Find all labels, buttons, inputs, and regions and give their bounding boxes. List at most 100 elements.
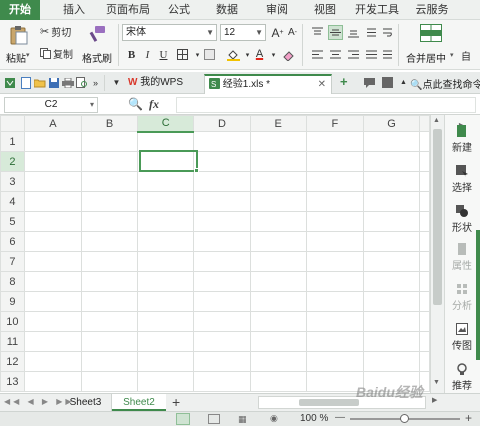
scroll-down-icon[interactable]: ▼ [433, 379, 440, 386]
row-header-selected[interactable]: 2 [0, 151, 25, 172]
grid-cell[interactable] [80, 231, 139, 252]
justify-icon[interactable] [364, 47, 379, 62]
merge-center-button[interactable]: 合并居中 ▾ [404, 24, 458, 68]
font-size-select[interactable]: 12 ▼ [220, 24, 266, 41]
grid-cell[interactable] [137, 171, 195, 192]
grid-cell[interactable] [249, 171, 307, 192]
grid-cell[interactable] [419, 251, 430, 272]
print-preview-icon[interactable] [74, 75, 89, 90]
normal-view-icon[interactable] [176, 413, 190, 425]
grid-cell[interactable] [193, 131, 251, 152]
scroll-up-icon[interactable]: ▲ [433, 117, 440, 124]
grid-cell[interactable] [249, 351, 307, 372]
open-folder-icon[interactable] [32, 75, 47, 90]
scrollbar-thumb[interactable] [433, 129, 442, 305]
new-file-icon[interactable] [18, 75, 33, 90]
fill-handle[interactable] [194, 168, 199, 173]
grid-cell[interactable] [249, 231, 307, 252]
grid-cell[interactable] [80, 271, 139, 292]
sheet-tab[interactable]: Sheet3 [60, 394, 112, 411]
column-header[interactable]: G [362, 115, 421, 132]
row-header[interactable]: 8 [0, 271, 25, 292]
row-header[interactable]: 11 [0, 331, 25, 352]
column-header[interactable]: D [193, 115, 251, 132]
pane-recommend-button[interactable]: 推荐 [445, 363, 479, 392]
row-header[interactable]: 7 [0, 251, 25, 272]
row-header[interactable]: 4 [0, 191, 25, 212]
align-left-icon[interactable] [310, 47, 325, 62]
tab-developer[interactable]: 开发工具 [352, 0, 402, 20]
format-painter-button[interactable]: 格式刷 [82, 24, 112, 68]
tab-my-wps[interactable]: W 我的WPS [124, 74, 204, 94]
pane-properties-button[interactable]: 属性 [445, 243, 479, 272]
grid-cell[interactable] [23, 171, 82, 192]
grid-cell[interactable] [137, 291, 195, 312]
grid-cell[interactable] [305, 351, 364, 372]
save-icon[interactable] [46, 75, 61, 90]
chevron-down-icon[interactable]: ▼ [109, 75, 124, 90]
zoom-slider[interactable] [350, 414, 460, 423]
grid-cell[interactable] [80, 211, 139, 232]
grid-cell[interactable] [80, 351, 139, 372]
grid-cell[interactable] [80, 191, 139, 212]
column-header[interactable]: F [305, 115, 364, 132]
sheet-grid[interactable]: A B C D E F G 1 2 3 4 5 6 7 8 9 10 11 12 13 [0, 115, 430, 393]
zoom-formula-icon[interactable]: 🔍 [128, 97, 143, 111]
chevron-down-icon[interactable]: ▾ [450, 51, 454, 59]
grid-cell[interactable] [193, 151, 251, 172]
grid-cell[interactable] [249, 271, 307, 292]
chevron-down-icon[interactable]: ▾ [266, 47, 281, 62]
decrease-font-icon[interactable]: A- [285, 25, 300, 40]
row-header[interactable]: 6 [0, 231, 25, 252]
grid-cell[interactable] [249, 151, 307, 172]
row-header[interactable]: 10 [0, 311, 25, 332]
grid-cell[interactable] [362, 291, 421, 312]
grid-cell[interactable] [137, 131, 195, 152]
grid-cell[interactable] [23, 211, 82, 232]
row-header[interactable]: 3 [0, 171, 25, 192]
grid-cell[interactable] [305, 371, 364, 392]
grid-cell[interactable] [80, 331, 139, 352]
vertical-scrollbar[interactable]: ▲ ▼ [430, 115, 444, 393]
grid-cell[interactable] [193, 351, 251, 372]
font-color-button[interactable]: A [252, 46, 267, 61]
feedback-icon[interactable] [362, 75, 377, 90]
grid-cell[interactable] [362, 151, 421, 172]
row-header[interactable]: 13 [0, 371, 25, 392]
grid-cell[interactable] [419, 271, 430, 292]
row-header[interactable]: 5 [0, 211, 25, 232]
paste-button[interactable]: 粘贴 ▾ [4, 24, 34, 68]
scroll-right-icon[interactable]: ▶ [432, 396, 437, 404]
grid-cell[interactable] [23, 351, 82, 372]
align-middle-icon[interactable] [328, 25, 343, 40]
grid-cell[interactable] [23, 131, 82, 152]
command-search[interactable]: 🔍点此查找命令 [410, 76, 480, 91]
column-header[interactable] [419, 115, 430, 132]
increase-font-icon[interactable]: A + [270, 25, 285, 40]
page-layout-view-icon[interactable] [208, 414, 220, 424]
grid-cell[interactable] [80, 311, 139, 332]
underline-button[interactable]: U [156, 47, 171, 62]
grid-cell[interactable] [249, 371, 307, 392]
grid-cell[interactable] [193, 291, 251, 312]
grid-cell[interactable] [23, 371, 82, 392]
sheet-tab-active[interactable]: Sheet2 [112, 394, 166, 411]
reading-mode-icon[interactable]: ◉ [270, 413, 278, 424]
tab-page-layout[interactable]: 页面布局 [102, 0, 154, 20]
grid-cell[interactable] [419, 131, 430, 152]
column-header[interactable]: E [249, 115, 307, 132]
grid-cell[interactable] [193, 371, 251, 392]
align-center-icon[interactable] [328, 47, 343, 62]
more-arrows-icon[interactable]: » [88, 75, 103, 90]
grid-cell[interactable] [249, 311, 307, 332]
grid-cell[interactable] [419, 151, 430, 172]
grid-cell[interactable] [305, 231, 364, 252]
grid-cell[interactable] [419, 211, 430, 232]
grid-cell[interactable] [193, 211, 251, 232]
tab-cloud[interactable]: 云服务 [410, 0, 454, 20]
grid-cell[interactable] [137, 271, 195, 292]
grid-cell[interactable] [305, 171, 364, 192]
grid-cell[interactable] [362, 191, 421, 212]
row-header[interactable]: 9 [0, 291, 25, 312]
grid-cell[interactable] [362, 311, 421, 332]
